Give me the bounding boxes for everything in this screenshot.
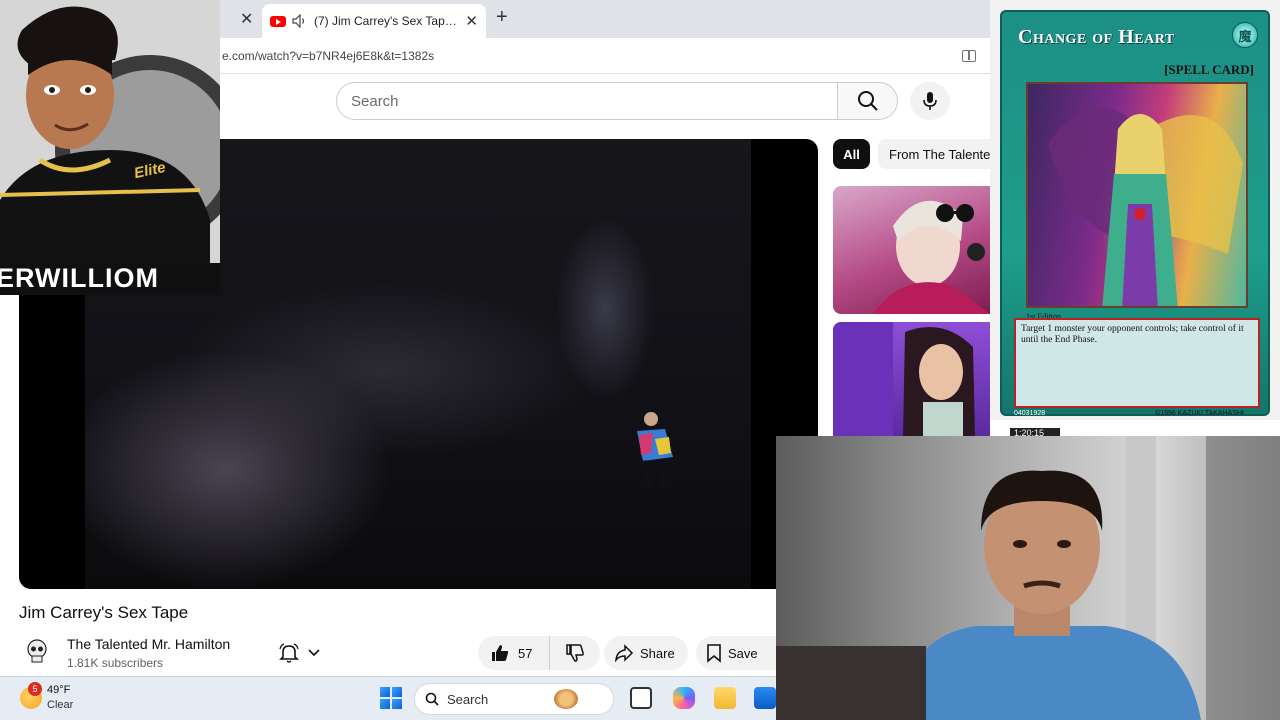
webcam-overlay [776,436,1280,720]
weather-condition: Clear [47,699,74,711]
channel-avatar[interactable] [22,636,52,666]
voice-search-button[interactable] [910,82,950,120]
taskbar-search[interactable]: Search [414,683,614,715]
file-explorer-icon[interactable] [714,687,736,709]
search-input[interactable]: Search [336,82,838,120]
streamer-logo-overlay: Elite ERWILLIOM [0,0,220,295]
logo-bottom-text: ERWILLIOM [0,263,220,295]
share-label: Share [640,645,675,661]
notification-bell-button[interactable] [272,638,336,668]
skull-icon [27,639,47,663]
subscriber-count: 1.81K subscribers [67,656,164,670]
copilot-icon[interactable] [673,687,695,709]
taskbar-search-label: Search [447,691,489,707]
share-button[interactable]: Share [604,636,688,670]
split-screen-icon[interactable] [962,50,976,62]
tab-youtube[interactable]: (7) Jim Carrey's Sex Tape - YouTube ✕ [262,4,486,38]
card-id: 04031928 [1014,410,1046,417]
video-title: Jim Carrey's Sex Tape [19,603,189,622]
search-placeholder: Search [351,92,399,110]
speaker-icon[interactable] [292,14,308,28]
store-icon[interactable] [754,687,776,709]
start-button[interactable] [380,687,402,709]
card-type: [SPELL CARD] [1164,62,1254,77]
search-icon [425,692,439,706]
windows-logo-icon [380,687,390,697]
url-field[interactable]: e.com/watch?v=b7NR4ej6E8k&t=1382s [222,49,434,63]
windows-taskbar: 5 49°F Clear Search [0,676,776,720]
singer-illustration [873,200,990,314]
new-tab-icon[interactable]: + [496,6,508,29]
card-copyright: ©1996 KAZUKI TAKAHASHI [1155,410,1244,417]
task-view-icon[interactable] [630,687,652,709]
like-count: 57 [518,645,533,661]
save-label: Save [728,645,758,661]
pizza-icon [554,689,579,709]
notification-badge: 5 [28,682,42,696]
microphone-icon [923,92,937,110]
woman-illustration [833,322,975,436]
recommended-video-thumbnail[interactable] [833,186,990,314]
bookmark-icon [707,644,721,663]
trading-card-overlay: Change of Heart 魔 [SPELL CARD] 1st Editi… [990,0,1280,420]
angel-illustration [1048,108,1243,306]
card-frame: Change of Heart 魔 [SPELL CARD] 1st Editi… [1000,10,1270,417]
close-tab-icon[interactable]: ✕ [240,9,253,29]
close-tab-icon[interactable]: ✕ [465,12,478,30]
performer-figure [637,412,673,489]
chip-all[interactable]: All [833,139,870,169]
weather-temperature[interactable]: 49°F [47,684,70,696]
bell-icon [279,643,299,663]
search-button[interactable] [838,82,898,120]
search-icon [857,91,878,111]
channel-name[interactable]: The Talented Mr. Hamilton [67,636,230,652]
like-dislike-group: 57 [478,636,600,670]
card-artwork [1026,82,1248,308]
chip-from-channel[interactable]: From The Talente [878,139,990,169]
share-arrow-icon [615,644,634,662]
dislike-button[interactable] [550,636,600,670]
youtube-favicon-icon [270,15,286,27]
like-button[interactable]: 57 [478,636,550,670]
thumbs-down-icon [566,644,584,662]
save-button[interactable]: Save [696,636,776,670]
streamer-webcam-feed [776,436,1280,720]
thumbs-up-icon [492,645,509,661]
spell-attribute-icon: 魔 [1232,22,1258,48]
recommended-video-thumbnail[interactable] [833,322,990,436]
card-effect-text: Target 1 monster your opponent controls;… [1014,318,1260,408]
avatar-illustration [0,6,220,270]
chevron-down-icon [308,649,320,657]
card-name: Change of Heart [1018,26,1175,48]
tab-title: (7) Jim Carrey's Sex Tape - YouTube [314,14,459,28]
